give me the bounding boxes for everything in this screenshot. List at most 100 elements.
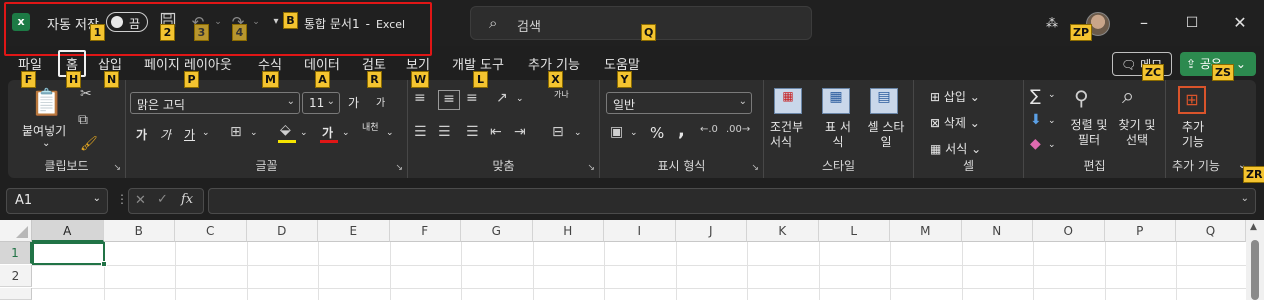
alignment-launcher-icon[interactable]: ↘ [587,163,595,173]
align-left-icon[interactable]: ☰ [414,124,427,140]
column-header[interactable]: O [1033,220,1105,242]
row-header[interactable]: 1 [0,242,32,264]
orientation-dropdown-icon[interactable]: ⌄ [516,94,524,104]
column-header[interactable]: D [246,220,318,242]
align-middle-icon[interactable]: ≡ [438,90,460,110]
accounting-dropdown-icon[interactable]: ⌄ [630,128,638,138]
grow-font-button[interactable]: 가 [348,94,359,111]
format-painter-icon[interactable]: 🖌 [80,136,98,152]
autosum-button[interactable]: ∑ [1030,86,1041,105]
maximize-icon[interactable]: ☐ [1182,13,1202,33]
decrease-decimal-icon[interactable]: .00→ [726,124,750,135]
row-header[interactable]: 2 [0,265,32,287]
phonetic-dropdown-icon[interactable]: ⌄ [386,128,394,138]
cell-styles-icon[interactable]: ▤ [870,88,898,114]
bold-button[interactable]: 가 [136,126,147,143]
number-format-select[interactable]: 일반 ⌄ [606,92,752,114]
column-header[interactable]: H [532,220,604,242]
row-header[interactable] [0,288,32,300]
shrink-font-button[interactable]: 가 [376,94,385,109]
paste-icon[interactable]: 📋 [30,88,64,120]
column-header[interactable]: M [890,220,962,242]
autosum-dropdown-icon[interactable]: ⌄ [1048,90,1056,100]
number-launcher-icon[interactable]: ↘ [751,163,759,173]
select-all-button[interactable] [0,220,32,242]
merge-dropdown-icon[interactable]: ⌄ [574,128,582,138]
insert-function-button[interactable]: fx [181,192,193,207]
column-header[interactable]: B [103,220,175,242]
paste-button[interactable]: 붙여넣기 [22,122,66,139]
merge-center-icon[interactable]: ⊟ [552,124,564,140]
font-name-select[interactable]: 맑은 고딕 ⌄ [130,92,300,114]
comma-button[interactable]: , [678,120,685,141]
percent-button[interactable]: % [650,124,664,142]
italic-button[interactable]: 가 [160,126,171,143]
insert-cells-button[interactable]: ⊞ 삽입 ⌄ [930,88,980,105]
increase-indent-icon[interactable]: ⇥ [514,124,526,140]
sort-filter-icon[interactable]: ⚲ [1074,86,1089,110]
column-header[interactable]: L [818,220,890,242]
vertical-scrollbar[interactable]: ▲ [1246,220,1264,300]
clipboard-launcher-icon[interactable]: ↘ [113,163,121,173]
align-bottom-icon[interactable]: ≡ [466,90,478,106]
column-header[interactable]: E [318,220,390,242]
column-header[interactable]: G [461,220,533,242]
format-as-table-icon[interactable]: ▦ [822,88,850,114]
clear-dropdown-icon[interactable]: ⌄ [1048,140,1056,150]
format-as-table-button[interactable]: 표 서식 [820,120,856,150]
wrap-text-button[interactable]: 가나 [554,90,574,99]
name-box[interactable]: A1 ⌄ [6,188,108,214]
sort-filter-button[interactable]: 정렬 및 필터 [1066,118,1112,148]
format-cells-button[interactable]: ▦ 서식 ⌄ [930,140,981,157]
ribbon-display-icon[interactable]: ⁂ [1042,13,1062,33]
active-cell[interactable] [32,242,105,265]
phonetic-button[interactable]: 내천 [362,124,379,133]
orientation-icon[interactable]: ↗ [496,90,508,106]
addins-button[interactable]: 추가 기능 [1178,120,1208,150]
column-header[interactable]: J [675,220,747,242]
column-header[interactable]: K [747,220,819,242]
accounting-format-icon[interactable]: ▣ [610,124,623,140]
conditional-format-button[interactable]: 조건부 서식 [770,120,814,150]
column-header[interactable]: A [32,220,104,242]
align-top-icon[interactable]: ≡ [414,90,426,106]
minimize-icon[interactable]: – [1134,13,1154,33]
find-select-icon[interactable]: ⌕ [1122,84,1134,109]
formula-input[interactable]: ⌄ [208,188,1256,214]
column-header[interactable]: P [1104,220,1176,242]
close-icon[interactable]: ✕ [1230,13,1250,33]
font-color-dropdown-icon[interactable]: ⌄ [342,128,350,138]
column-header[interactable]: F [389,220,461,242]
underline-button[interactable]: 가 [184,126,195,143]
addins-icon[interactable]: ⊞ [1178,86,1206,114]
align-center-icon[interactable]: ☰ [438,124,451,140]
find-select-button[interactable]: 찾기 및 선택 [1114,118,1160,148]
enter-icon[interactable]: ✓ [157,192,168,207]
conditional-format-icon[interactable]: ▦ [774,88,802,114]
font-color-button[interactable]: 가 [322,124,333,141]
increase-decimal-icon[interactable]: ←.0 [700,124,718,135]
delete-cells-button[interactable]: ⊠ 삭제 ⌄ [930,114,980,131]
scroll-up-icon[interactable]: ▲ [1250,222,1257,232]
column-header[interactable]: I [604,220,676,242]
align-right-icon[interactable]: ☰ [466,124,479,140]
border-dropdown-icon[interactable]: ⌄ [250,128,258,138]
decrease-indent-icon[interactable]: ⇤ [490,124,502,140]
border-icon[interactable]: ⊞ [230,124,242,140]
expand-formula-icon[interactable]: ⌄ [1241,193,1249,204]
clear-icon[interactable]: ◆ [1030,136,1041,152]
fill-handle[interactable] [101,261,107,267]
fill-dropdown-icon[interactable]: ⌄ [300,128,308,138]
font-launcher-icon[interactable]: ↘ [395,163,403,173]
fill-color-icon[interactable]: ⬙ [280,122,291,138]
font-size-select[interactable]: 11 ⌄ [302,92,340,114]
cut-icon[interactable]: ✂ [80,86,92,102]
fill-icon[interactable]: ⬇ [1030,112,1042,128]
column-header[interactable]: C [175,220,247,242]
cancel-icon[interactable]: ✕ [135,193,146,208]
paste-dropdown-icon[interactable]: ⌄ [42,138,50,149]
scrollbar-thumb[interactable] [1251,240,1259,300]
copy-icon[interactable]: ⧉ [78,112,88,128]
underline-dropdown-icon[interactable]: ⌄ [202,128,210,138]
cell-styles-button[interactable]: 셀 스타일 [864,120,908,150]
